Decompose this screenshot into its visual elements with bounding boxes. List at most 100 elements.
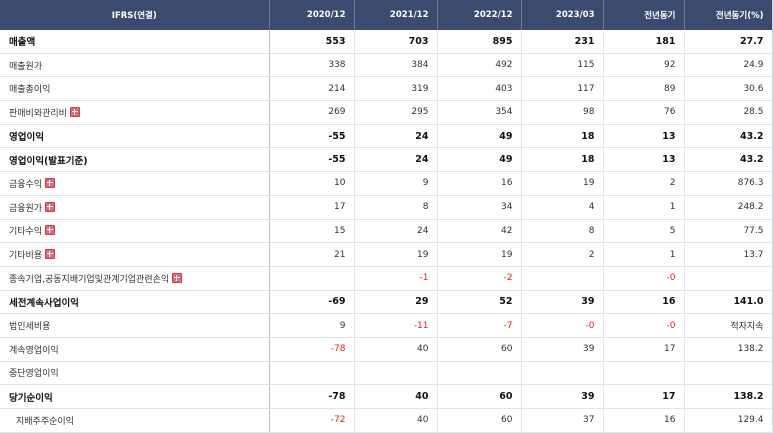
expand-plus-icon[interactable] bbox=[172, 272, 183, 283]
table-row: 매출총이익 214 319 403 117 89 30.6 bbox=[0, 76, 773, 102]
value-cell: 15 bbox=[269, 219, 355, 244]
expand-plus-icon[interactable] bbox=[45, 225, 56, 236]
header-2021-12: 2021/12 bbox=[354, 0, 438, 30]
table-row: 기타수익 15 24 42 8 5 77.5 bbox=[0, 219, 773, 244]
value-cell: 37 bbox=[521, 408, 604, 433]
row-label-text: 매출액 bbox=[9, 37, 36, 49]
value-cell: 19 bbox=[437, 242, 522, 267]
value-cell: -55 bbox=[269, 147, 355, 173]
table-row: 금융수익 10 9 16 19 2 876.3 bbox=[0, 171, 773, 196]
value-cell: 13 bbox=[603, 124, 685, 149]
value-cell: 2 bbox=[521, 242, 604, 267]
value-cell: 52 bbox=[437, 290, 522, 315]
row-label-text: 세전계속사업이익 bbox=[9, 297, 79, 309]
value-cell: -11 bbox=[354, 313, 438, 338]
table-row: 중단영업이익 bbox=[0, 361, 773, 386]
value-cell: 21 bbox=[269, 242, 355, 267]
table-header-row: IFRS(연결) 2020/12 2021/12 2022/12 2023/03… bbox=[0, 0, 773, 30]
value-cell: 적자지속 bbox=[684, 313, 773, 338]
value-cell: 30.6 bbox=[684, 76, 773, 102]
value-cell: -0 bbox=[603, 266, 685, 291]
table-row: 법인세비용 9 -11 -7 -0 -0 적자지속 bbox=[0, 313, 773, 338]
value-cell bbox=[437, 361, 522, 386]
expand-plus-icon[interactable] bbox=[69, 106, 80, 117]
value-cell: 89 bbox=[603, 76, 685, 102]
value-cell: 384 bbox=[354, 53, 438, 78]
value-cell bbox=[354, 361, 438, 386]
row-label[interactable]: 금융원가 bbox=[0, 195, 270, 220]
row-label-text: 금융원가 bbox=[9, 203, 43, 214]
row-label-text: 법인세비용 bbox=[9, 322, 51, 333]
value-cell: -0 bbox=[521, 313, 604, 338]
value-cell: 92 bbox=[603, 53, 685, 78]
table-row: 영업이익 -55 24 49 18 13 43.2 bbox=[0, 124, 773, 149]
value-cell: 16 bbox=[437, 171, 522, 196]
value-cell: 231 bbox=[521, 30, 604, 54]
value-cell: 39 bbox=[521, 384, 604, 409]
header-2020-12: 2020/12 bbox=[269, 0, 355, 30]
value-cell: 9 bbox=[354, 171, 438, 196]
row-label-text: 계속영업이익 bbox=[9, 345, 59, 356]
row-label: 계속영업이익 bbox=[0, 337, 270, 362]
header-yoy: 전년동기 bbox=[603, 0, 685, 30]
row-label: 영업이익 bbox=[0, 124, 270, 149]
row-label[interactable]: 기타수익 bbox=[0, 219, 270, 244]
row-label-text: 지배주주순이익 bbox=[16, 416, 74, 427]
expand-plus-icon[interactable] bbox=[45, 177, 56, 188]
value-cell: -78 bbox=[269, 337, 355, 362]
value-cell: 1 bbox=[603, 195, 685, 220]
value-cell: 29 bbox=[354, 290, 438, 315]
row-label[interactable]: 기타비용 bbox=[0, 242, 270, 267]
value-cell: 295 bbox=[354, 100, 438, 125]
row-label[interactable]: 금융수익 bbox=[0, 171, 270, 196]
value-cell bbox=[269, 266, 355, 291]
row-label: 당기순이익 bbox=[0, 384, 270, 409]
value-cell: 2 bbox=[603, 171, 685, 196]
row-label-text: 판매비와관리비 bbox=[9, 108, 67, 119]
expand-plus-icon[interactable] bbox=[45, 249, 56, 260]
value-cell: -55 bbox=[269, 124, 355, 149]
value-cell: 18 bbox=[521, 147, 604, 173]
table-row: 기타비용 21 19 19 2 1 13.7 bbox=[0, 242, 773, 267]
row-label: 법인세비용 bbox=[0, 313, 270, 338]
value-cell: 40 bbox=[354, 337, 438, 362]
row-label-text: 매출원가 bbox=[9, 61, 43, 72]
header-2023-03: 2023/03 bbox=[521, 0, 604, 30]
value-cell: -72 bbox=[269, 408, 355, 433]
row-label-text: 당기순이익 bbox=[9, 392, 53, 404]
value-cell: 28.5 bbox=[684, 100, 773, 125]
table-row: 지배주주순이익 -72 40 60 37 16 129.4 bbox=[0, 408, 773, 433]
table-row: 매출액 553 703 895 231 181 27.7 bbox=[0, 30, 773, 54]
value-cell: 49 bbox=[437, 147, 522, 173]
header-ifrs: IFRS(연결) bbox=[0, 0, 270, 30]
row-label[interactable]: 종속기업,공동지배기업및관계기업관련손익 bbox=[0, 266, 270, 291]
header-yoy-pct: 전년동기(%) bbox=[684, 0, 773, 30]
expand-plus-icon[interactable] bbox=[45, 201, 56, 212]
row-label-text: 기타수익 bbox=[9, 227, 43, 238]
row-label: 영업이익(발표기준) bbox=[0, 147, 270, 173]
value-cell: 895 bbox=[437, 30, 522, 54]
value-cell: 60 bbox=[437, 337, 522, 362]
income-statement-table: IFRS(연결) 2020/12 2021/12 2022/12 2023/03… bbox=[0, 0, 773, 433]
value-cell bbox=[684, 361, 773, 386]
value-cell: 492 bbox=[437, 53, 522, 78]
value-cell: 129.4 bbox=[684, 408, 773, 433]
row-label: 매출액 bbox=[0, 30, 270, 54]
value-cell bbox=[684, 266, 773, 291]
value-cell: -2 bbox=[437, 266, 522, 291]
value-cell: 43.2 bbox=[684, 147, 773, 173]
value-cell: 60 bbox=[437, 408, 522, 433]
row-label[interactable]: 판매비와관리비 bbox=[0, 100, 270, 125]
value-cell: 354 bbox=[437, 100, 522, 125]
value-cell: 60 bbox=[437, 384, 522, 409]
value-cell: 553 bbox=[269, 30, 355, 54]
value-cell: 338 bbox=[269, 53, 355, 78]
value-cell: 18 bbox=[521, 124, 604, 149]
table-row: 매출원가 338 384 492 115 92 24.9 bbox=[0, 53, 773, 78]
row-label-text: 금융수익 bbox=[9, 179, 43, 190]
value-cell: 24.9 bbox=[684, 53, 773, 78]
table-row: 판매비와관리비 269 295 354 98 76 28.5 bbox=[0, 100, 773, 125]
value-cell: -69 bbox=[269, 290, 355, 315]
value-cell: 138.2 bbox=[684, 384, 773, 409]
table-row: 계속영업이익 -78 40 60 39 17 138.2 bbox=[0, 337, 773, 362]
